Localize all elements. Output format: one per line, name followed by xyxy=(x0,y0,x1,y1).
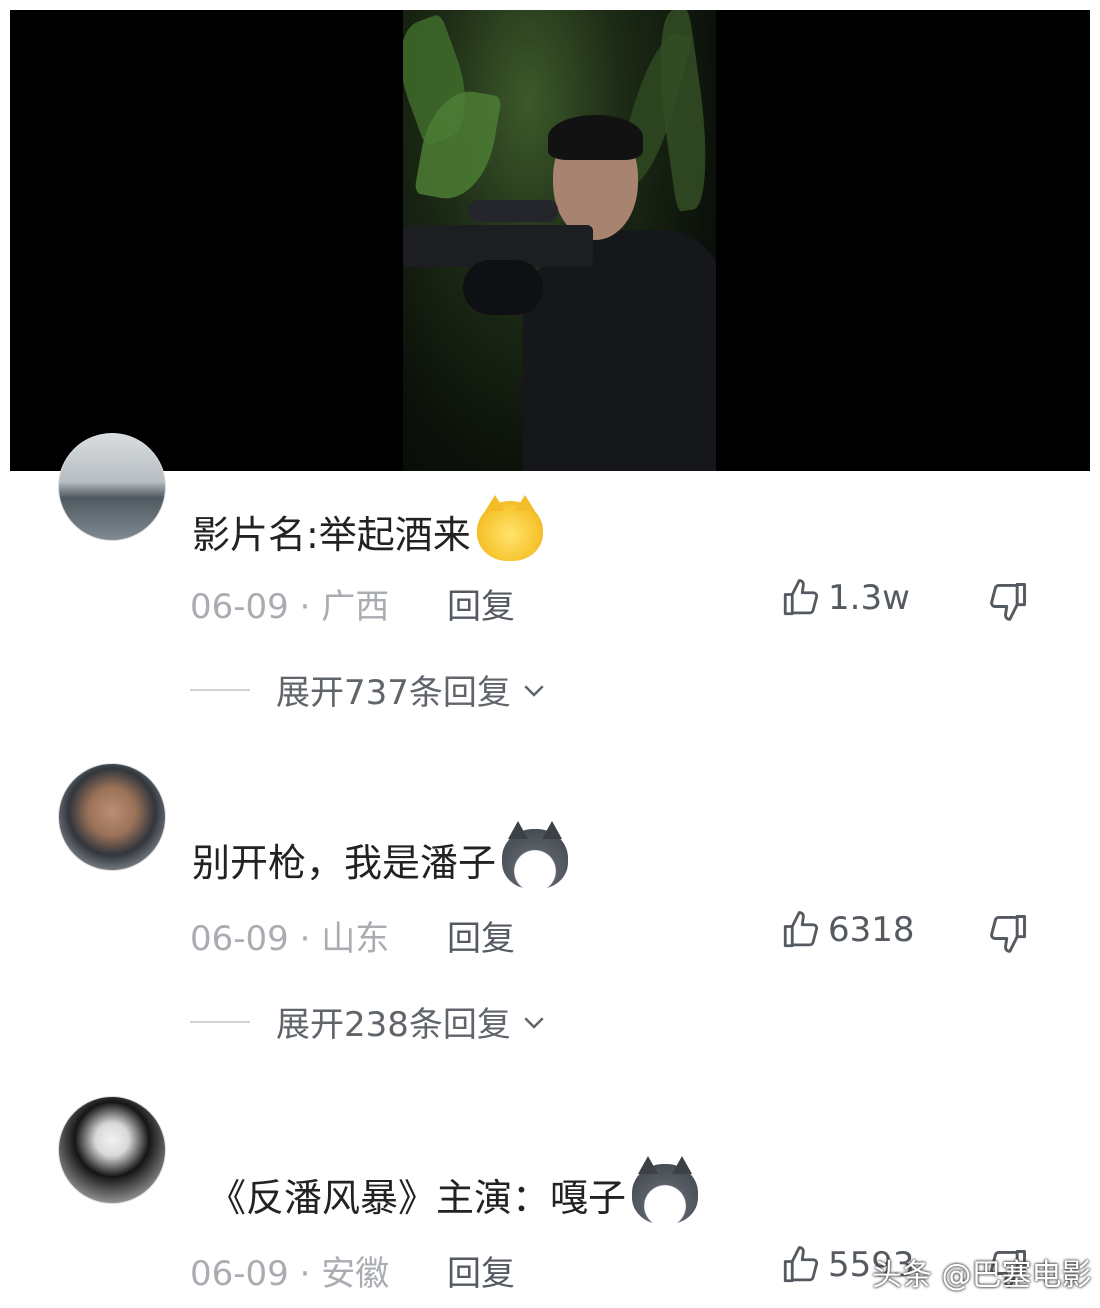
reply-button[interactable]: 回复 xyxy=(447,1246,515,1295)
avatar[interactable] xyxy=(58,1096,166,1204)
comment-text: 影片名:举起酒来 xyxy=(192,512,471,557)
reply-button[interactable]: 回复 xyxy=(447,579,515,628)
expand-replies-label: 展开737条回复 xyxy=(276,673,511,713)
comment-text: 《反潘风暴》主演：嘎子 xyxy=(208,1175,627,1220)
comment-location: 广西 xyxy=(321,587,390,627)
husky-dog-icon xyxy=(632,1156,699,1224)
comment-meta: 06-09 · 广西 xyxy=(190,579,389,628)
comment-text: 别开枪，我是潘子 xyxy=(192,840,497,885)
thinking-cat-icon xyxy=(476,495,543,561)
husky-dog-icon xyxy=(502,821,569,889)
comment-body: 影片名:举起酒来 xyxy=(192,495,543,561)
like-button[interactable]: 1.3w xyxy=(780,577,910,619)
comment-date: 06-09 xyxy=(190,587,289,627)
avatar[interactable] xyxy=(58,433,166,541)
comment-item: 别开枪，我是潘子 06-09 · 山东 回复 6318 展开238条回复 xyxy=(0,745,1100,1045)
expand-replies-button[interactable]: 展开737条回复 xyxy=(190,665,549,714)
comment-location: 山东 xyxy=(321,919,390,959)
comment-item: 影片名:举起酒来 06-09 · 广西 回复 1.3w 展开737条回复 xyxy=(0,433,1100,721)
divider-line xyxy=(190,1020,250,1023)
comment-date: 06-09 xyxy=(190,919,289,959)
watermark: 头条 @巴塞电影 xyxy=(872,1258,1092,1293)
chevron-down-icon xyxy=(524,684,544,697)
meta-separator: · xyxy=(299,1254,311,1294)
comment-meta: 06-09 · 山东 xyxy=(190,911,389,960)
expand-replies-label: 展开238条回复 xyxy=(276,1005,511,1045)
thumbs-up-icon xyxy=(783,911,819,948)
like-count: 6318 xyxy=(828,910,915,950)
divider-line xyxy=(190,688,250,691)
meta-separator: · xyxy=(299,587,311,627)
comment-body: 《反潘风暴》主演：嘎子 xyxy=(208,1156,699,1224)
like-count: 1.3w xyxy=(828,578,910,618)
avatar[interactable] xyxy=(58,763,166,871)
like-button[interactable]: 6318 xyxy=(780,909,915,951)
meta-separator: · xyxy=(299,919,311,959)
thumbs-up-icon xyxy=(783,579,819,616)
thumbs-down-icon[interactable] xyxy=(986,579,1030,623)
reply-button[interactable]: 回复 xyxy=(447,911,515,960)
expand-replies-button[interactable]: 展开238条回复 xyxy=(190,997,549,1046)
comment-location: 安徽 xyxy=(321,1254,390,1294)
video-frame-image xyxy=(403,10,716,471)
comment-date: 06-09 xyxy=(190,1254,289,1294)
comment-meta: 06-09 · 安徽 xyxy=(190,1246,389,1295)
comment-body: 别开枪，我是潘子 xyxy=(192,821,569,889)
thumbs-down-icon[interactable] xyxy=(986,911,1030,955)
chevron-down-icon xyxy=(524,1016,544,1029)
video-player[interactable] xyxy=(10,10,1090,471)
thumbs-up-icon xyxy=(783,1246,819,1283)
